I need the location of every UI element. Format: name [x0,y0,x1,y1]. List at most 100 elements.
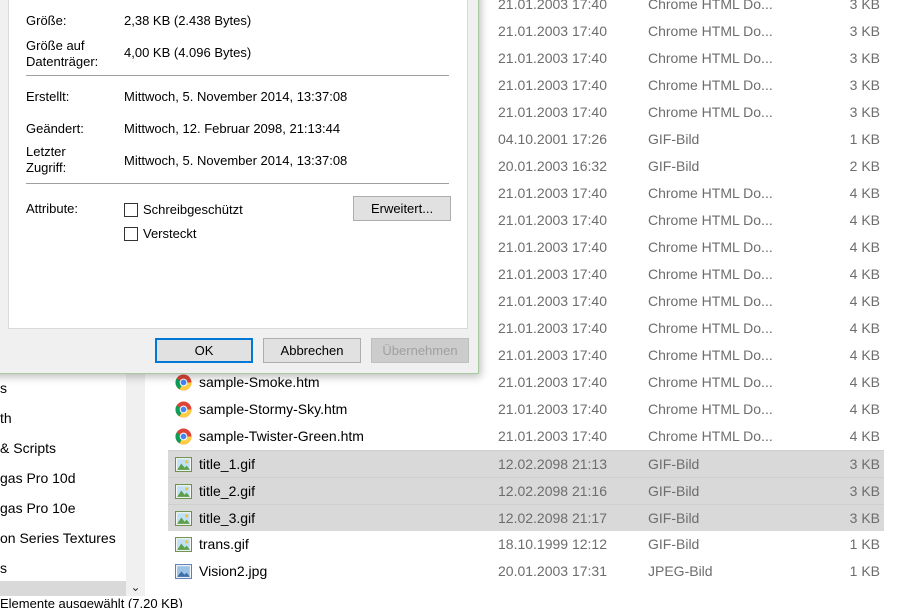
file-row[interactable]: sample-Twister-Green.htm 21.01.2003 17:40… [168,423,884,450]
file-type: Chrome HTML Do... [648,77,773,93]
status-bar: Elemente ausgewählt (7,20 KB) [0,596,916,608]
file-row[interactable]: title_3.gif 12.02.2098 21:17 GIF-Bild 3 KB [168,504,884,531]
file-size: 4 KB [849,293,880,309]
file-row[interactable]: Vision2.jpg 20.01.2003 17:31 JPEG-Bild 1 KB [168,558,884,585]
nav-item[interactable]: th [0,407,12,429]
file-type: JPEG-Bild [648,563,713,579]
readonly-label[interactable]: Schreibgeschützt [143,202,243,218]
nav-item[interactable]: gas Pro 10e [0,497,76,519]
file-size: 3 KB [849,23,880,39]
file-date: 12.02.2098 21:17 [498,510,607,526]
chevron-down-icon[interactable]: ⌄ [129,581,142,594]
file-name: Vision2.jpg [199,563,268,579]
modified-value: Mittwoch, 12. Februar 2098, 21:13:44 [124,121,341,136]
nav-item[interactable]: gas Pro 10d [0,467,76,489]
file-type: Chrome HTML Do... [648,293,773,309]
file-type: Chrome HTML Do... [648,0,773,12]
file-date: 21.01.2003 17:40 [498,320,607,336]
details-panel: Größe: 2,38 KB (2.438 Bytes) Größe auf D… [8,0,468,329]
created-label: Erstellt: [26,89,70,104]
cancel-button[interactable]: Abbrechen [263,338,361,363]
properties-dialog: Größe: 2,38 KB (2.438 Bytes) Größe auf D… [0,0,479,374]
file-size: 2 KB [849,158,880,174]
file-date: 21.01.2003 17:40 [498,374,607,390]
nav-item[interactable]: s [0,377,7,399]
file-size: 1 KB [849,131,880,147]
file-date: 21.01.2003 17:40 [498,428,607,444]
file-date: 21.01.2003 17:40 [498,23,607,39]
file-type: GIF-Bild [648,456,700,472]
file-date: 21.01.2003 17:40 [498,239,607,255]
readonly-checkbox[interactable] [124,203,138,217]
accessed-value: Mittwoch, 5. November 2014, 13:37:08 [124,153,348,168]
gif-image-icon [175,456,192,473]
file-row[interactable]: title_2.gif 12.02.2098 21:16 GIF-Bild 3 KB [168,477,884,504]
separator [26,75,449,76]
file-size: 3 KB [849,50,880,66]
file-type: Chrome HTML Do... [648,266,773,282]
file-type: Chrome HTML Do... [648,347,773,363]
file-type: Chrome HTML Do... [648,401,773,417]
file-date: 21.01.2003 17:40 [498,266,607,282]
file-type: Chrome HTML Do... [648,23,773,39]
file-row[interactable]: trans.gif 18.10.1999 12:12 GIF-Bild 1 KB [168,531,884,558]
file-size: 3 KB [849,77,880,93]
nav-item[interactable]: s [0,557,7,579]
file-size: 3 KB [849,510,880,526]
file-name: title_2.gif [199,483,256,499]
file-size: 3 KB [849,0,880,12]
advanced-button[interactable]: Erweitert... [353,196,451,221]
file-date: 20.01.2003 17:31 [498,563,607,579]
file-size: 4 KB [849,347,880,363]
file-size: 3 KB [849,104,880,120]
file-date: 12.02.2098 21:16 [498,483,607,499]
file-type: GIF-Bild [648,510,700,526]
ok-button[interactable]: OK [155,338,253,363]
file-type: Chrome HTML Do... [648,185,773,201]
file-name: sample-Twister-Green.htm [199,428,364,444]
gif-image-icon [175,510,192,527]
chrome-html-icon [175,428,192,445]
file-date: 21.01.2003 17:40 [498,212,607,228]
file-size: 4 KB [849,212,880,228]
file-type: Chrome HTML Do... [648,428,773,444]
file-date: 18.10.1999 12:12 [498,536,607,552]
file-type: Chrome HTML Do... [648,320,773,336]
accessed-label-2: Zugriff: [26,160,67,175]
hidden-checkbox[interactable] [124,227,138,241]
file-name: sample-Stormy-Sky.htm [199,401,348,417]
file-size: 4 KB [849,428,880,444]
file-type: GIF-Bild [648,536,700,552]
file-date: 21.01.2003 17:40 [498,104,607,120]
file-name: trans.gif [199,536,249,552]
file-size: 4 KB [849,374,880,390]
chrome-html-icon [175,374,192,391]
file-date: 21.01.2003 17:40 [498,0,607,12]
status-text: Elemente ausgewählt (7,20 KB) [0,596,183,608]
modified-label: Geändert: [26,121,84,136]
file-type: GIF-Bild [648,158,700,174]
nav-item-selected[interactable] [0,581,126,596]
disk-size-value: 4,00 KB (4.096 Bytes) [124,45,252,60]
file-type: Chrome HTML Do... [648,239,773,255]
nav-scrollbar[interactable]: ⌄ [126,370,145,596]
jpeg-image-icon [175,563,192,580]
separator [26,183,449,184]
accessed-label: Letzter [26,144,66,159]
hidden-label[interactable]: Versteckt [143,226,196,242]
file-date: 21.01.2003 17:40 [498,347,607,363]
file-date: 21.01.2003 17:40 [498,293,607,309]
file-size: 4 KB [849,401,880,417]
nav-item[interactable]: on Series Textures [0,527,116,549]
file-name: title_3.gif [199,510,256,526]
file-size: 1 KB [849,536,880,552]
chrome-html-icon [175,401,192,418]
size-label: Größe: [26,13,67,28]
nav-item[interactable]: & Scripts [0,437,56,459]
file-type: Chrome HTML Do... [648,50,773,66]
file-row[interactable]: sample-Stormy-Sky.htm 21.01.2003 17:40 Chr… [168,396,884,423]
file-row[interactable]: title_1.gif 12.02.2098 21:13 GIF-Bild 3 KB [168,450,884,477]
file-size: 4 KB [849,266,880,282]
apply-button: Übernehmen [371,338,469,363]
file-date: 21.01.2003 17:40 [498,50,607,66]
